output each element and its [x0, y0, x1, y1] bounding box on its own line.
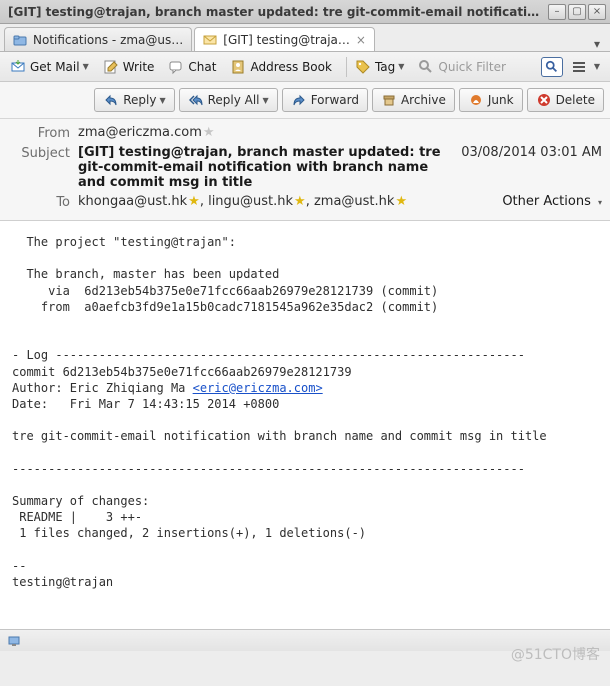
message-body[interactable]: The project "testing@trajan": The branch… — [0, 221, 610, 629]
email-link[interactable]: <eric@ericzma.com> — [193, 381, 323, 395]
message-action-bar: Reply ▼ Reply All ▼ Forward Archive Junk… — [0, 82, 610, 119]
subject-label: Subject — [8, 145, 78, 161]
datetime-value: 03/08/2014 03:01 AM — [453, 145, 602, 160]
star-icon[interactable]: ★ — [395, 194, 407, 209]
from-value: zma@ericzma.com★ — [78, 125, 602, 140]
archive-button[interactable]: Archive — [372, 88, 455, 112]
chat-icon — [168, 59, 184, 75]
archive-icon — [381, 92, 397, 108]
chevron-down-icon: ▼ — [398, 62, 404, 71]
delete-icon — [536, 92, 552, 108]
tab-overflow-button[interactable]: ▾ — [588, 37, 606, 51]
window-title: [GIT] testing@trajan, branch master upda… — [4, 5, 546, 19]
recipient[interactable]: khongaa@ust.hk — [78, 194, 187, 209]
reply-all-button[interactable]: Reply All ▼ — [179, 88, 278, 112]
window-titlebar: [GIT] testing@trajan, branch master upda… — [0, 0, 610, 24]
envelope-icon — [203, 33, 217, 47]
maximize-button[interactable]: ▢ — [568, 4, 586, 20]
search-icon — [545, 60, 559, 74]
message-headers: From zma@ericzma.com★ Subject [GIT] test… — [0, 119, 610, 221]
button-label: Delete — [556, 93, 595, 107]
quick-filter-button[interactable]: Quick Filter — [414, 57, 509, 77]
main-toolbar: Get Mail ▼ Write Chat Address Book Tag ▼… — [0, 52, 610, 82]
write-icon — [103, 59, 119, 75]
button-label: Write — [123, 60, 155, 74]
forward-icon — [291, 92, 307, 108]
star-icon[interactable]: ★ — [294, 194, 306, 209]
junk-button[interactable]: Junk — [459, 88, 523, 112]
get-mail-button[interactable]: Get Mail ▼ — [6, 57, 93, 77]
close-tab-icon[interactable]: × — [356, 33, 366, 47]
forward-button[interactable]: Forward — [282, 88, 368, 112]
chevron-down-icon: ▼ — [594, 62, 600, 71]
tab-label: Notifications - zma@us… — [33, 33, 183, 47]
get-mail-icon — [10, 59, 26, 75]
star-icon[interactable]: ★ — [188, 194, 200, 209]
subject-value: [GIT] testing@trajan, branch master upda… — [78, 145, 453, 190]
reply-button[interactable]: Reply ▼ — [94, 88, 174, 112]
online-status-icon[interactable] — [6, 633, 22, 649]
to-label: To — [8, 194, 78, 210]
chevron-down-icon: ▾ — [598, 198, 602, 207]
tab-notifications[interactable]: Notifications - zma@us… — [4, 27, 192, 51]
junk-icon — [468, 92, 484, 108]
button-label: Get Mail — [30, 60, 80, 74]
tag-button[interactable]: Tag ▼ — [351, 57, 408, 77]
search-input[interactable] — [541, 57, 563, 77]
button-label: Junk — [488, 93, 514, 107]
quick-filter-icon — [418, 59, 434, 75]
chevron-down-icon: ▼ — [159, 96, 165, 105]
hamburger-icon — [571, 59, 587, 75]
from-label: From — [8, 125, 78, 141]
chevron-down-icon: ▼ — [263, 96, 269, 105]
toolbar-separator — [346, 57, 347, 77]
button-label: Reply — [123, 93, 156, 107]
tag-icon — [355, 59, 371, 75]
to-value: khongaa@ust.hk★, lingu@ust.hk★, zma@ust.… — [78, 194, 502, 209]
recipient[interactable]: lingu@ust.hk — [208, 194, 293, 209]
button-label: Tag — [375, 60, 395, 74]
chevron-down-icon: ▼ — [83, 62, 89, 71]
reply-all-icon — [188, 92, 204, 108]
menu-button[interactable]: ▼ — [567, 57, 604, 77]
delete-button[interactable]: Delete — [527, 88, 604, 112]
status-bar — [0, 629, 610, 651]
close-window-button[interactable]: × — [588, 4, 606, 20]
address-book-icon — [230, 59, 246, 75]
minimize-button[interactable]: – — [548, 4, 566, 20]
button-label: Reply All — [208, 93, 260, 107]
button-label: Chat — [188, 60, 216, 74]
folder-icon — [13, 33, 27, 47]
tab-bar: Notifications - zma@us… [GIT] testing@tr… — [0, 24, 610, 52]
chat-button[interactable]: Chat — [164, 57, 220, 77]
tab-label: [GIT] testing@traja… — [223, 33, 350, 47]
tab-message[interactable]: [GIT] testing@traja… × — [194, 27, 375, 51]
write-button[interactable]: Write — [99, 57, 159, 77]
other-actions-button[interactable]: Other Actions ▾ — [502, 194, 602, 209]
reply-icon — [103, 92, 119, 108]
button-label: Forward — [311, 93, 359, 107]
button-label: Quick Filter — [438, 60, 505, 74]
button-label: Address Book — [250, 60, 331, 74]
star-icon[interactable]: ★ — [203, 125, 215, 140]
address-book-button[interactable]: Address Book — [226, 57, 335, 77]
button-label: Archive — [401, 93, 446, 107]
recipient[interactable]: zma@ust.hk — [314, 194, 394, 209]
